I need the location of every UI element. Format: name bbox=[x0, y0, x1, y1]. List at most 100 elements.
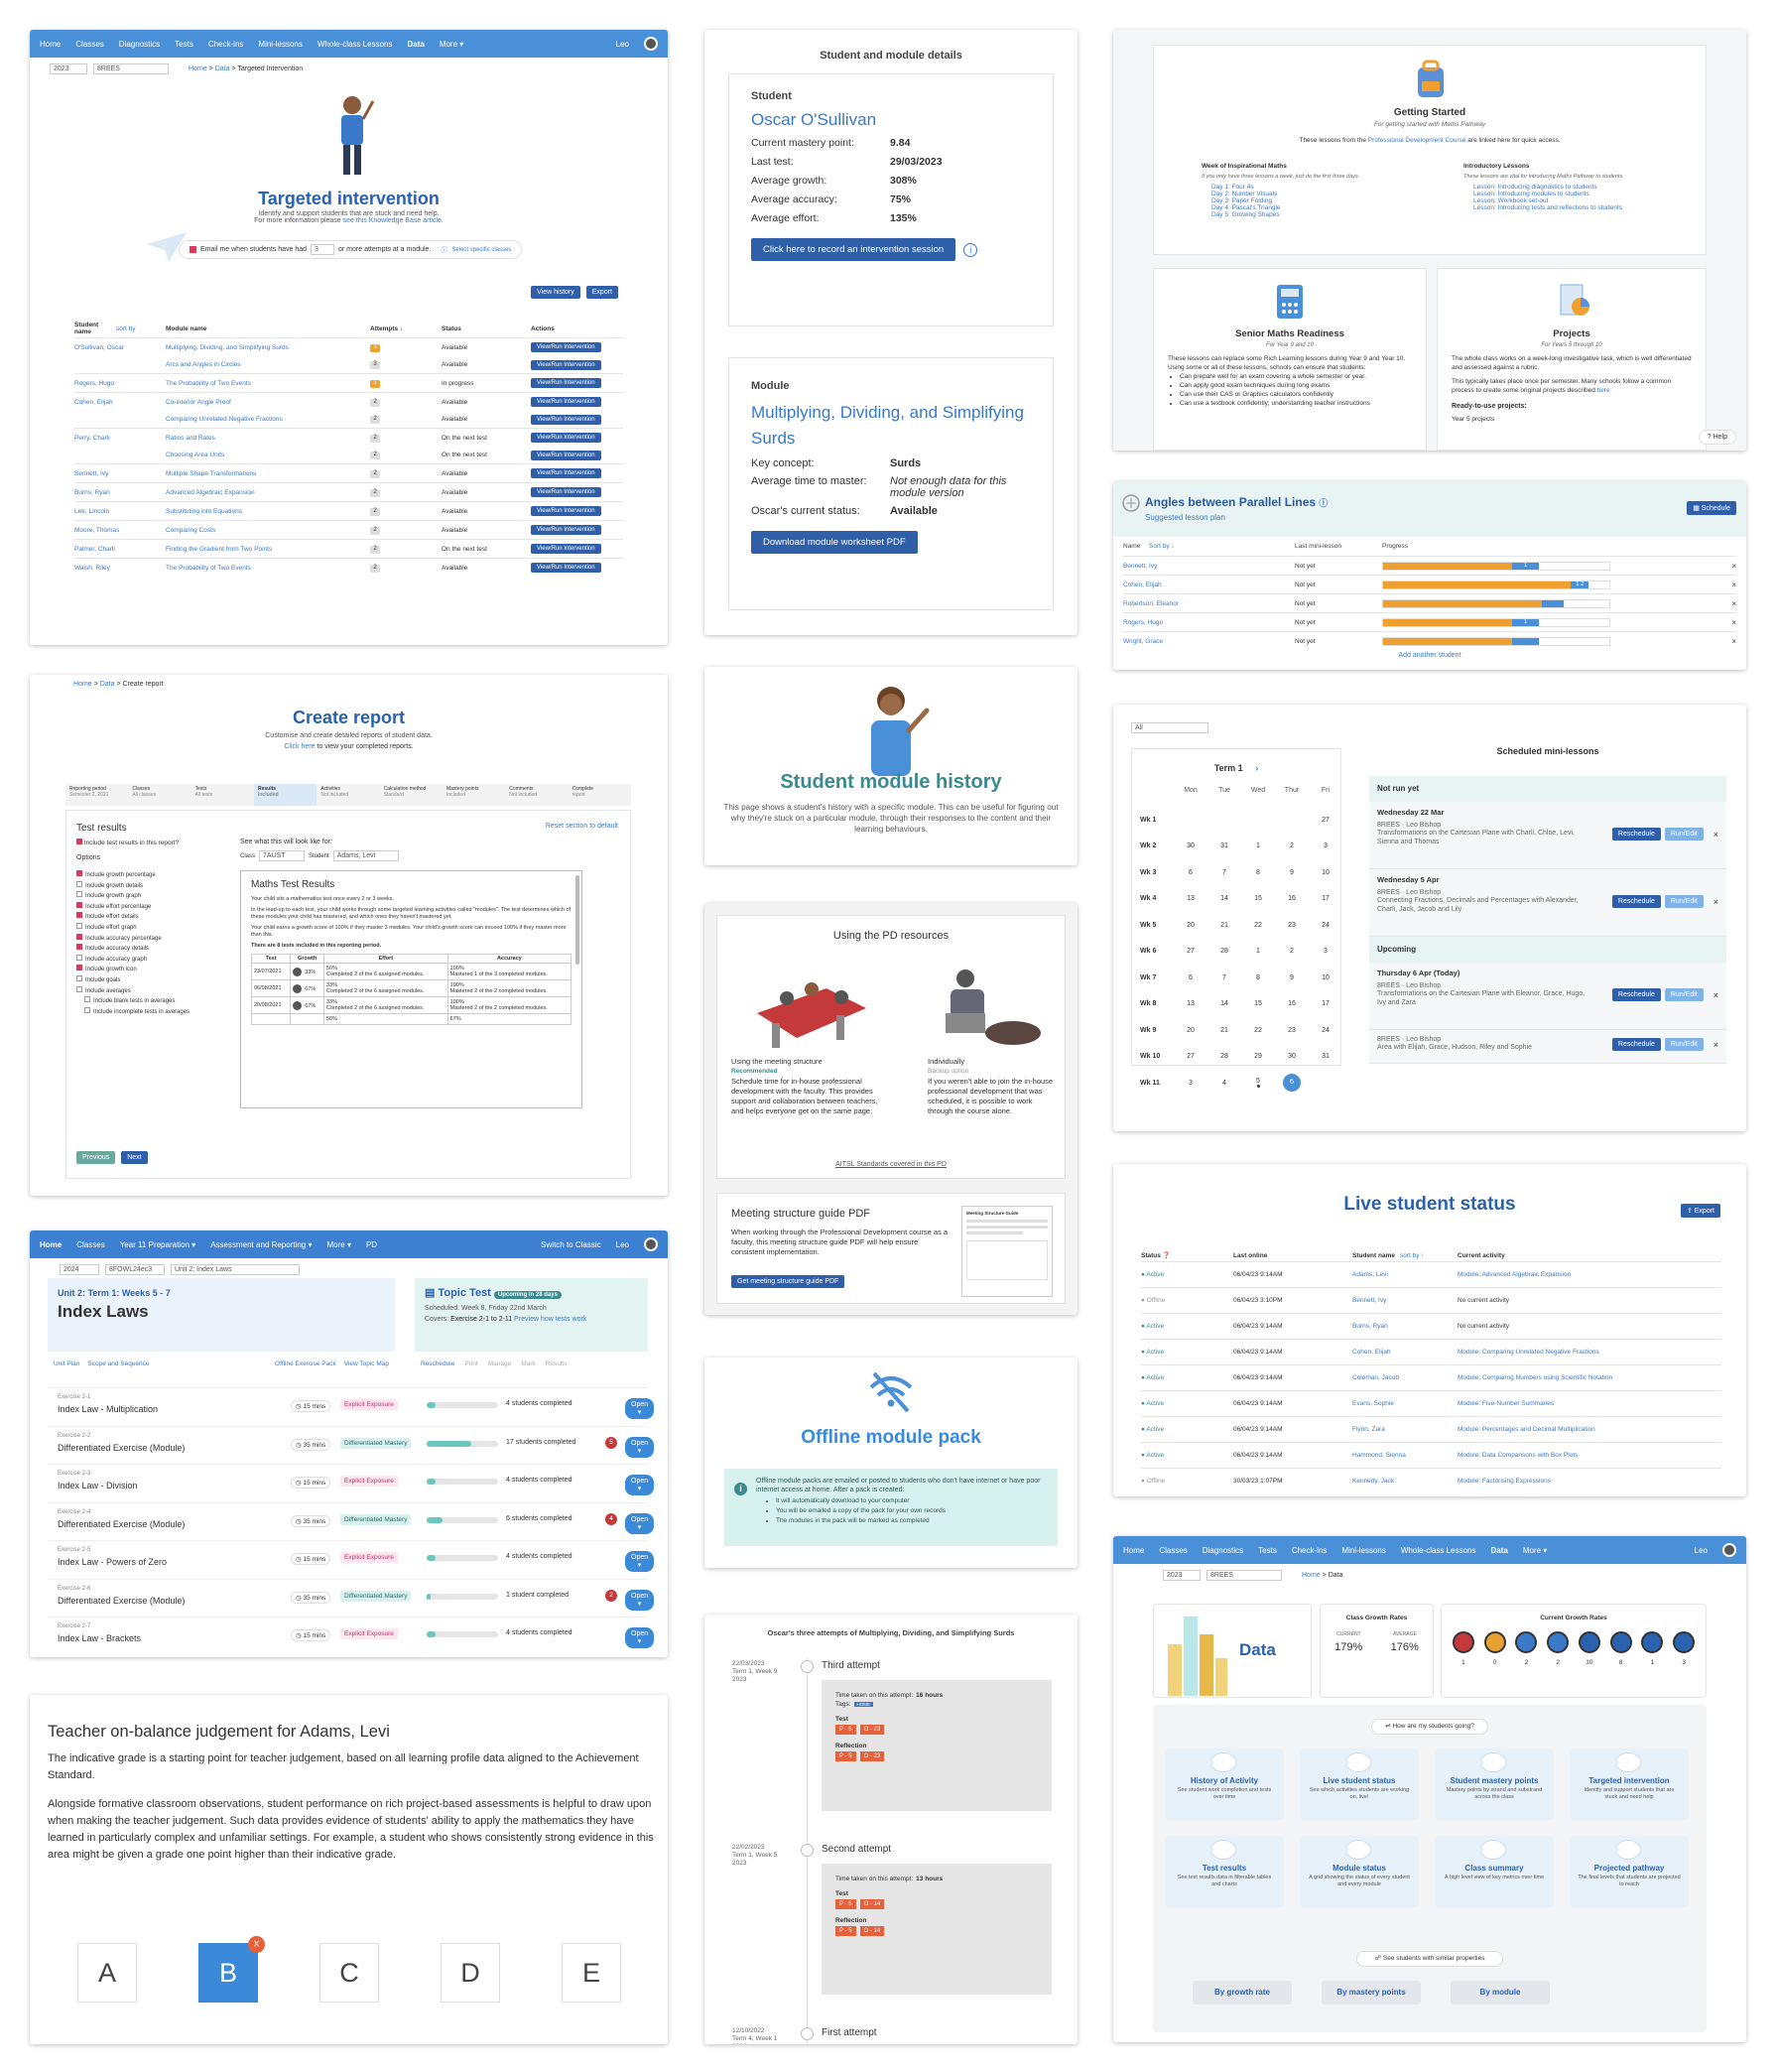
module-link[interactable]: Multiplying, Dividing, and Simplifying S… bbox=[166, 344, 370, 351]
print-link[interactable]: Print bbox=[464, 1360, 477, 1367]
by-growth-button[interactable]: By growth rate bbox=[1193, 1981, 1292, 2005]
calendar-day[interactable]: 27 bbox=[1309, 817, 1342, 824]
student-link[interactable]: Rogers, Hugo bbox=[74, 380, 166, 387]
activity-text[interactable]: Module: Factorising Expressions bbox=[1458, 1478, 1551, 1485]
calendar-day[interactable]: 28 bbox=[1207, 1053, 1241, 1060]
step-1[interactable]: Classes All classes bbox=[128, 784, 190, 806]
schedule-button[interactable]: ▦ Schedule bbox=[1687, 501, 1736, 515]
open-button[interactable]: Open ▾ bbox=[625, 1551, 655, 1572]
view-run-intervention-button[interactable]: View/Run Intervention bbox=[531, 563, 601, 573]
calendar-day[interactable]: 2 bbox=[1275, 948, 1309, 955]
calendar-day[interactable]: 8 bbox=[1241, 869, 1275, 876]
grade-button-e[interactable]: E bbox=[562, 1943, 621, 2003]
nav-item[interactable]: Tests bbox=[175, 40, 193, 49]
remove-icon[interactable]: × bbox=[1714, 1040, 1718, 1050]
calendar-day[interactable]: 9 bbox=[1275, 974, 1309, 981]
exercise-row[interactable]: Exercise 2-1 Index Law - Multiplication ◷ … bbox=[48, 1387, 655, 1426]
by-module-button[interactable]: By module bbox=[1451, 1981, 1550, 2005]
crumb-home[interactable]: Home bbox=[189, 65, 207, 72]
module-link[interactable]: Comparing Unrelated Negative Fractions bbox=[166, 416, 370, 423]
nav-item[interactable]: Data bbox=[1490, 1546, 1507, 1555]
day-lesson-link[interactable]: Day 5: Growing Shapes bbox=[1211, 211, 1359, 218]
step-0[interactable]: Reporting period Semester 2, 2021 bbox=[65, 784, 128, 806]
calendar-day[interactable]: 1 bbox=[1241, 842, 1275, 849]
nav-item[interactable]: Classes bbox=[75, 40, 103, 49]
run-edit-button[interactable]: Run/Edit bbox=[1664, 988, 1704, 1001]
nav-item[interactable]: Mini-lessons bbox=[258, 40, 302, 49]
data-tile[interactable]: History of Activity See student work comp… bbox=[1165, 1748, 1284, 1820]
module-link[interactable]: The Probability of Two Events bbox=[166, 565, 370, 572]
calendar-day[interactable]: 17 bbox=[1309, 1000, 1342, 1007]
option-checkbox[interactable]: Include growth graph bbox=[76, 891, 190, 902]
how-going-pill[interactable]: ⇌ How are my students going? bbox=[1371, 1719, 1488, 1735]
day-lesson-link[interactable]: Day 4: Pascal's Triangle bbox=[1211, 204, 1359, 211]
select-specific-link[interactable]: Select specific classes bbox=[451, 247, 511, 253]
remove-icon[interactable]: × bbox=[1731, 562, 1736, 571]
calendar-day[interactable]: 24 bbox=[1309, 1027, 1342, 1034]
calendar-day[interactable]: 7 bbox=[1207, 869, 1241, 876]
add-student-link[interactable]: Add another student bbox=[1113, 652, 1746, 659]
preview-student-select[interactable]: Adams, Levi bbox=[332, 850, 399, 861]
calendar-day[interactable]: 23 bbox=[1275, 922, 1309, 929]
view-run-intervention-button[interactable]: View/Run Intervention bbox=[531, 342, 601, 352]
apl-sort[interactable]: Sort by ↓ bbox=[1149, 543, 1295, 550]
nav-item[interactable]: Home bbox=[40, 1240, 62, 1249]
step-7[interactable]: Comments Not included bbox=[505, 784, 568, 806]
open-button[interactable]: Open ▾ bbox=[625, 1436, 655, 1458]
calendar-day[interactable]: 1 bbox=[1241, 948, 1275, 955]
module-link[interactable]: Co-interior Angle Proof bbox=[166, 399, 370, 406]
day-lesson-link[interactable]: Day 3: Paper Folding bbox=[1211, 197, 1359, 204]
student-link[interactable]: Moore, Thomas bbox=[74, 527, 166, 534]
view-run-intervention-button[interactable]: View/Run Intervention bbox=[531, 506, 601, 516]
nav-item[interactable]: Assessment and Reporting ▾ bbox=[210, 1240, 312, 1249]
activity-text[interactable]: Module: Comparing Unrelated Negative Fra… bbox=[1458, 1349, 1599, 1356]
student-link[interactable]: Kennedy, Jack bbox=[1352, 1478, 1458, 1485]
completed-reports-link[interactable]: Click here bbox=[284, 743, 315, 750]
calendar-day[interactable]: 2 bbox=[1275, 842, 1309, 849]
nav-item[interactable]: Home bbox=[40, 40, 61, 49]
option-checkbox[interactable]: Include accuracy graph bbox=[76, 954, 190, 966]
year-select[interactable]: 2023 bbox=[50, 64, 87, 74]
aitsl-link[interactable]: AITSL Standards covered in this PD bbox=[717, 1161, 1065, 1168]
scope-link[interactable]: Scope and Sequence bbox=[87, 1360, 149, 1367]
pd-course-link[interactable]: Professional Development Course bbox=[1368, 137, 1466, 144]
calendar-day[interactable]: 3 bbox=[1309, 948, 1342, 955]
run-edit-button[interactable]: Run/Edit bbox=[1664, 1038, 1704, 1051]
module-link[interactable]: Choosing Area Units bbox=[166, 452, 370, 458]
data-tile[interactable]: Projected pathway The final levels that s… bbox=[1570, 1836, 1689, 1907]
calendar-day[interactable]: 3 bbox=[1309, 842, 1342, 849]
calendar-day[interactable]: 27 bbox=[1174, 1053, 1207, 1060]
step-8[interactable]: Complete report bbox=[569, 784, 631, 806]
calendar-day[interactable]: 20 bbox=[1174, 922, 1207, 929]
preview-class-select[interactable]: 7AUST bbox=[259, 850, 306, 861]
option-checkbox[interactable]: Include blank tests in averages bbox=[84, 996, 190, 1007]
calendar-day[interactable]: 29 bbox=[1241, 1053, 1275, 1060]
option-checkbox[interactable]: Include effort details bbox=[76, 912, 190, 923]
student-link[interactable]: Bennett, Ivy bbox=[1352, 1297, 1458, 1304]
calendar-day[interactable]: 5 bbox=[1241, 1078, 1275, 1089]
grade-button-b[interactable]: BX bbox=[198, 1936, 265, 2003]
calendar-day[interactable]: 8 bbox=[1241, 974, 1275, 981]
calendar-day[interactable]: 7 bbox=[1207, 974, 1241, 981]
student-link[interactable]: Evans, Sophie bbox=[1352, 1400, 1458, 1407]
calendar-day[interactable]: 14 bbox=[1207, 1000, 1241, 1007]
reschedule-button[interactable]: Reschedule bbox=[1611, 828, 1661, 841]
open-button[interactable]: Open ▾ bbox=[625, 1627, 655, 1648]
preview-scrollbar[interactable] bbox=[575, 875, 579, 965]
module-link[interactable]: Advanced Algebraic Expansion bbox=[166, 489, 370, 496]
option-checkbox[interactable]: Include averages bbox=[76, 985, 190, 997]
nav-item[interactable]: Diagnostics bbox=[1203, 1546, 1243, 1555]
option-checkbox[interactable]: Include accuracy percentage bbox=[76, 933, 190, 945]
calendar-day[interactable]: 30 bbox=[1275, 1053, 1309, 1060]
remove-icon[interactable]: × bbox=[1731, 637, 1736, 646]
student-link[interactable]: Hammond, Sienna bbox=[1352, 1452, 1458, 1459]
exercise-row[interactable]: Exercise 2-4 Differentiated Exercise (Mod… bbox=[48, 1501, 655, 1541]
module-link[interactable]: Arcs and Angles in Circles bbox=[166, 361, 370, 368]
view-run-intervention-button[interactable]: View/Run Intervention bbox=[531, 487, 601, 497]
nav-item[interactable]: Whole-class Lessons bbox=[1401, 1546, 1476, 1555]
student-name[interactable]: Oscar O'Sullivan bbox=[751, 110, 1031, 130]
record-intervention-button[interactable]: Click here to record an intervention ses… bbox=[751, 238, 956, 261]
open-button[interactable]: Open ▾ bbox=[625, 1589, 655, 1611]
avatar[interactable] bbox=[644, 37, 658, 51]
view-run-intervention-button[interactable]: View/Run Intervention bbox=[531, 414, 601, 425]
